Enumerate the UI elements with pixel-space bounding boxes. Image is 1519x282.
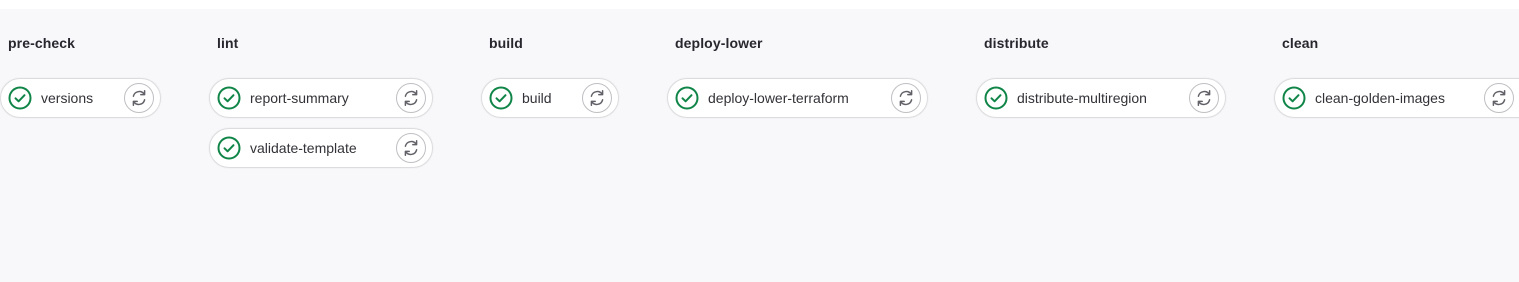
- job-name: validate-template: [250, 140, 357, 156]
- retry-icon: [404, 140, 418, 156]
- job-name: distribute-multiregion: [1017, 90, 1147, 106]
- retry-icon: [404, 90, 418, 106]
- retry-button[interactable]: [396, 133, 426, 163]
- retry-button[interactable]: [582, 83, 612, 113]
- check-circle-icon: [984, 86, 1008, 110]
- job-name: build: [522, 90, 552, 106]
- check-circle-icon: [489, 86, 513, 110]
- retry-button[interactable]: [1484, 83, 1514, 113]
- check-circle-icon: [217, 136, 241, 160]
- retry-button[interactable]: [1189, 83, 1219, 113]
- job-clean-golden-images[interactable]: clean-golden-images: [1274, 78, 1519, 118]
- job-versions[interactable]: versions: [0, 78, 161, 118]
- job-deploy-lower-terraform[interactable]: deploy-lower-terraform: [667, 78, 928, 118]
- job-distribute-multiregion[interactable]: distribute-multiregion: [976, 78, 1226, 118]
- check-circle-icon: [675, 86, 699, 110]
- retry-button[interactable]: [124, 83, 154, 113]
- retry-icon: [590, 90, 604, 106]
- job-name: clean-golden-images: [1315, 90, 1445, 106]
- job-name: report-summary: [250, 90, 349, 106]
- pipeline-graph: pre-check versions lint report-summary v…: [0, 9, 1519, 282]
- check-circle-icon: [1282, 86, 1306, 110]
- job-validate-template[interactable]: validate-template: [209, 128, 433, 168]
- retry-button[interactable]: [891, 83, 921, 113]
- retry-icon: [899, 90, 913, 106]
- retry-button[interactable]: [396, 83, 426, 113]
- job-build[interactable]: build: [481, 78, 619, 118]
- stage-title: distribute: [984, 35, 1049, 51]
- stage-title: deploy-lower: [675, 35, 763, 51]
- stage-title: clean: [1282, 35, 1319, 51]
- retry-icon: [1492, 90, 1506, 106]
- job-report-summary[interactable]: report-summary: [209, 78, 433, 118]
- retry-icon: [1197, 90, 1211, 106]
- stage-title: pre-check: [8, 35, 76, 51]
- check-circle-icon: [217, 86, 241, 110]
- job-name: versions: [41, 90, 94, 106]
- check-circle-icon: [8, 86, 32, 110]
- job-name: deploy-lower-terraform: [708, 90, 849, 106]
- stage-title: build: [489, 35, 523, 51]
- stage-title: lint: [217, 35, 239, 51]
- retry-icon: [132, 90, 146, 106]
